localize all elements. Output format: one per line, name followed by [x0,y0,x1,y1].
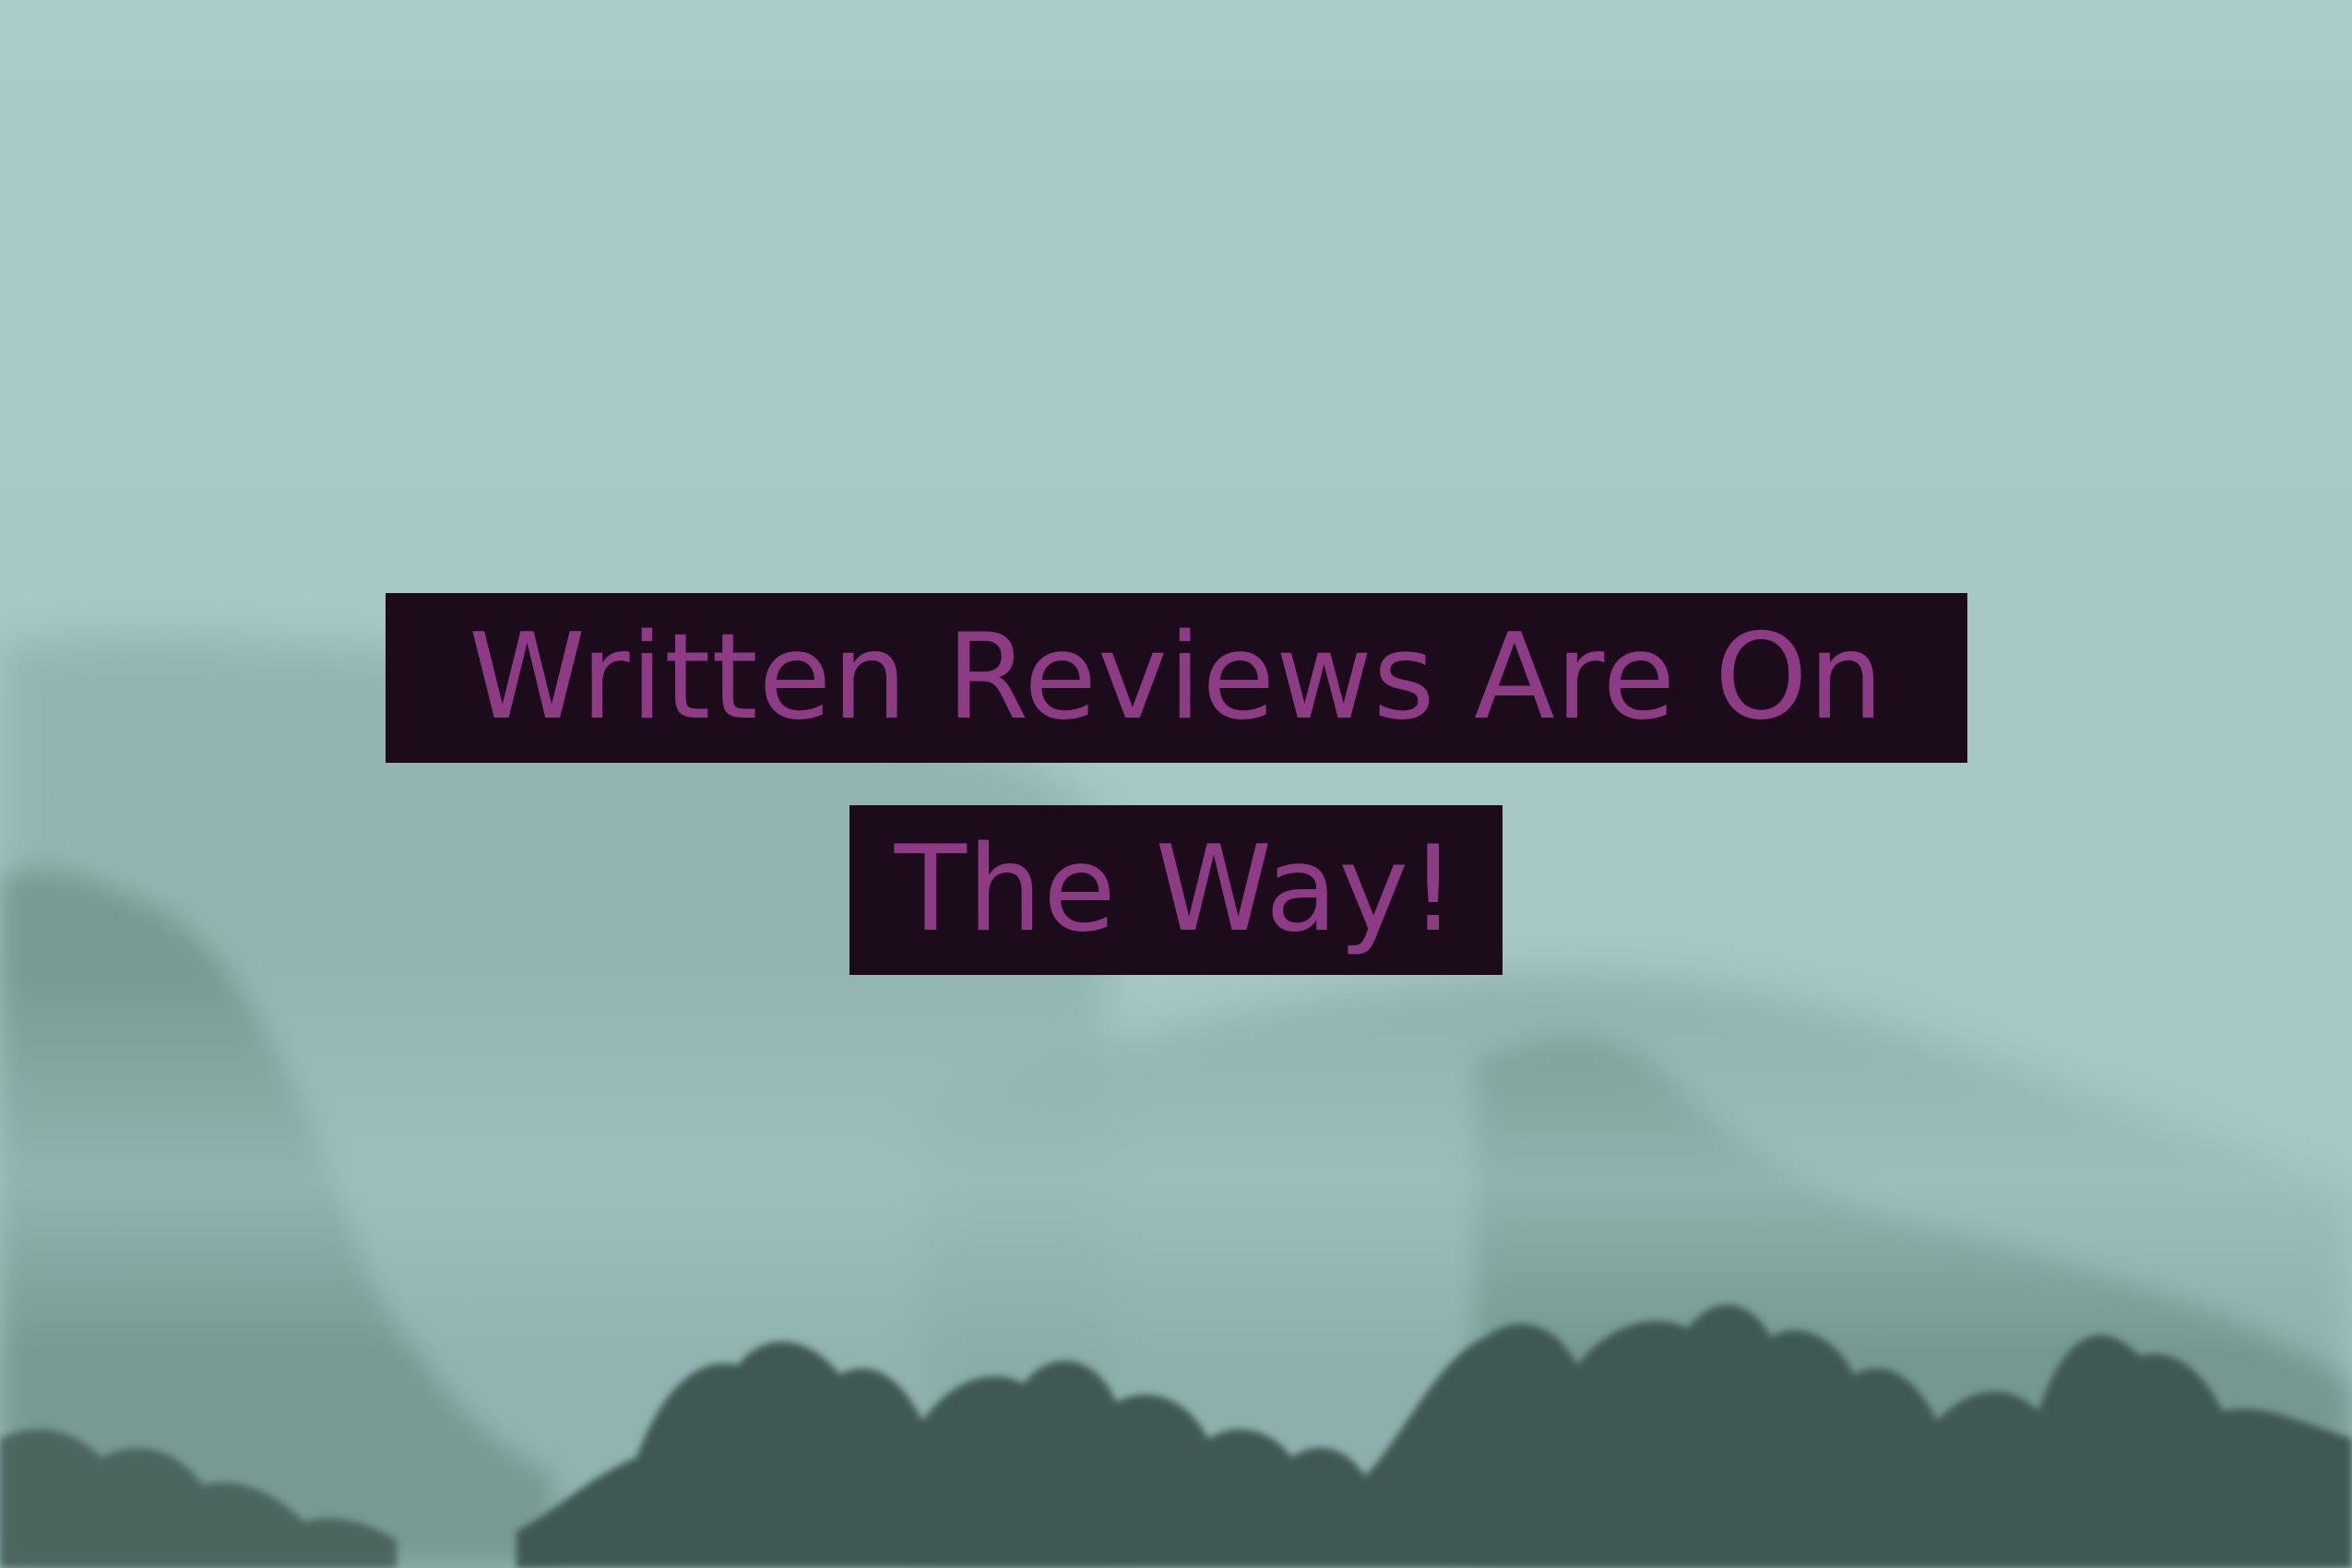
headline: Written Reviews Are On The Way! [0,0,2352,1568]
headline-line-1: Written Reviews Are On [386,593,1967,763]
graphic-canvas: Written Reviews Are On The Way! [0,0,2352,1568]
headline-line-2: The Way! [849,805,1503,975]
